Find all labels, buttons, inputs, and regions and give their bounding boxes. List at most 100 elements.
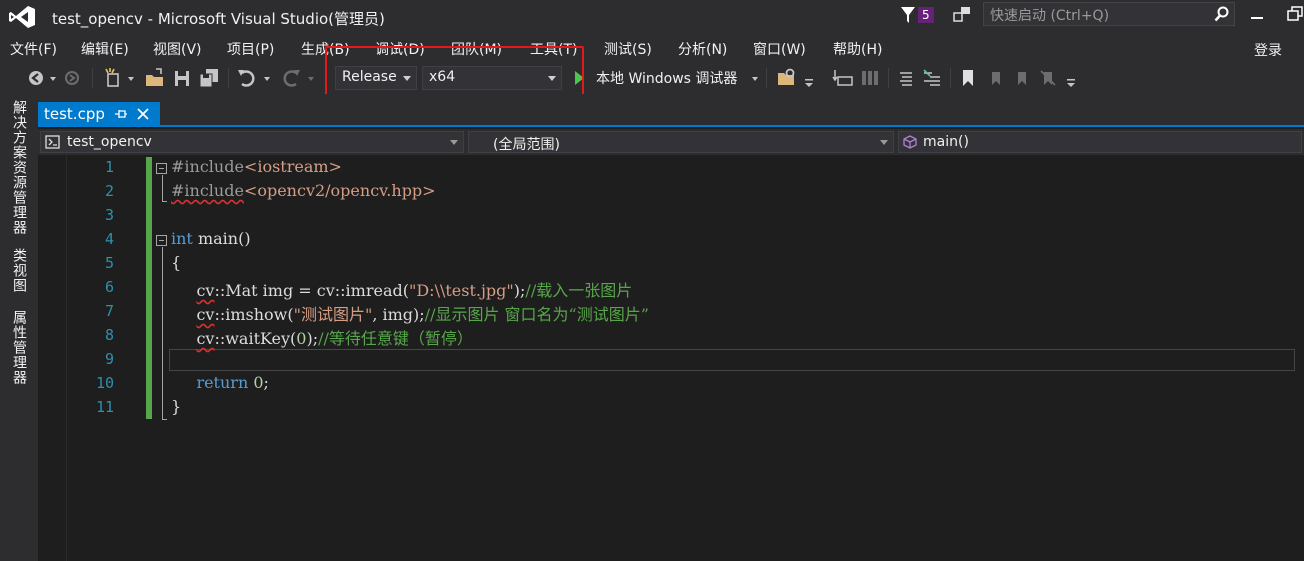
- line-number: 10: [95, 374, 114, 392]
- menu-help[interactable]: 帮助(H): [833, 39, 882, 59]
- side-panel-tabs: 解决方案资源管理器 类视图 属性管理器: [0, 94, 38, 561]
- code-line-5: {: [171, 253, 182, 272]
- highlight-annotation-box: [325, 46, 584, 97]
- solution-explorer-tab[interactable]: 解决方案资源管理器: [9, 100, 29, 235]
- keyword: return: [196, 373, 249, 392]
- uncomment-icon[interactable]: [922, 67, 942, 89]
- menu-test[interactable]: 测试(S): [604, 39, 652, 59]
- notification-flag-icon: [901, 7, 915, 23]
- quick-launch-input[interactable]: 快速启动 (Ctrl+Q): [983, 2, 1235, 26]
- pin-icon[interactable]: [114, 108, 128, 120]
- save-icon[interactable]: [172, 67, 192, 89]
- document-tab-strip: test.cpp: [38, 94, 1304, 127]
- code-line-11: }: [171, 397, 182, 416]
- minimize-button[interactable]: [1245, 2, 1269, 26]
- fold-guide-line: [162, 175, 163, 201]
- project-icon: [45, 135, 60, 149]
- toolbar-separator: [888, 68, 889, 88]
- navigate-back-icon[interactable]: [26, 67, 46, 89]
- fold-guide-line: [162, 247, 163, 419]
- restore-button[interactable]: [1283, 2, 1304, 26]
- fold-guide-end: [162, 201, 167, 202]
- menu-edit[interactable]: 编辑(E): [81, 39, 129, 59]
- redo-dropdown-chevron-icon[interactable]: [306, 67, 316, 89]
- editor-margin: [66, 155, 67, 561]
- code-line-8: cv::waitKey(0);//等待任意键（暂停）: [196, 329, 473, 348]
- sign-in-link[interactable]: 登录: [1254, 40, 1282, 60]
- tab-test-cpp[interactable]: test.cpp: [38, 102, 160, 126]
- toolbar-overflow-chevron-icon[interactable]: [1064, 67, 1078, 89]
- undo-dropdown-chevron-icon[interactable]: [262, 67, 272, 89]
- line-number: 3: [104, 206, 114, 224]
- new-dropdown-chevron-icon[interactable]: [126, 67, 136, 89]
- toolbar-separator: [766, 68, 767, 88]
- line-number: 9: [104, 350, 114, 368]
- class-view-tab[interactable]: 类视图: [9, 248, 29, 293]
- menu-project[interactable]: 项目(P): [227, 39, 274, 59]
- toolbar-separator: [950, 68, 951, 88]
- line-number: 7: [104, 302, 114, 320]
- find-in-files-icon[interactable]: [776, 67, 798, 89]
- navigate-forward-icon[interactable]: [62, 67, 82, 89]
- title-bar: test_opencv - Microsoft Visual Studio(管理…: [0, 0, 1304, 34]
- project-dropdown[interactable]: test_opencv: [40, 131, 464, 153]
- bookmark-icon[interactable]: [958, 67, 978, 89]
- new-project-icon[interactable]: [102, 67, 124, 89]
- preprocessor-directive: #include: [171, 181, 244, 200]
- line-number: 5: [104, 254, 114, 272]
- toolbar-overflow-chevron-icon[interactable]: [802, 67, 816, 89]
- fold-guide-end: [162, 419, 167, 420]
- line-number: 6: [104, 278, 114, 296]
- menu-bar: 文件(F) 编辑(E) 视图(V) 项目(P) 生成(B) 调试(D) 团队(M…: [0, 34, 1304, 62]
- project-name: test_opencv: [67, 134, 152, 150]
- menu-window[interactable]: 窗口(W): [753, 39, 806, 59]
- open-file-icon[interactable]: [144, 67, 166, 89]
- member-value: main(): [923, 134, 969, 150]
- start-debugger-button[interactable]: 本地 Windows 调试器: [596, 68, 737, 90]
- menu-file[interactable]: 文件(F): [10, 39, 57, 59]
- comment-out-icon[interactable]: [896, 67, 916, 89]
- code-comment: //显示图片 窗口名为“测试图片”: [424, 305, 649, 324]
- code-comment: //等待任意键（暂停）: [318, 329, 473, 348]
- debugger-dropdown-chevron-icon[interactable]: [750, 67, 760, 89]
- save-all-icon[interactable]: [198, 67, 220, 89]
- line-number: 2: [104, 182, 114, 200]
- namespace-token: cv: [196, 281, 215, 300]
- string-literal: "D:\\test.jpg": [408, 281, 514, 300]
- clear-bookmarks-icon[interactable]: [1038, 67, 1058, 89]
- code-line-4: int main(): [171, 229, 251, 248]
- previous-bookmark-icon[interactable]: [986, 67, 1006, 89]
- step-over-icon[interactable]: [858, 67, 880, 89]
- navigation-bar: test_opencv (全局范围) main(): [38, 129, 1304, 155]
- method-cube-icon: [903, 135, 917, 149]
- toolbar-separator: [228, 68, 229, 88]
- notification-count-badge: 5: [918, 7, 934, 23]
- redo-icon[interactable]: [280, 67, 302, 89]
- collapse-region-icon[interactable]: [156, 163, 167, 174]
- close-icon[interactable]: [136, 107, 150, 121]
- keyword: int: [171, 229, 193, 248]
- feedback-icon[interactable]: [952, 5, 972, 25]
- code-comment: //载入一张图片: [525, 281, 633, 300]
- step-into-icon[interactable]: [832, 67, 854, 89]
- code-editor[interactable]: 1 2 3 4 5 6 7 8 9 10 11 #include<iostrea…: [38, 155, 1304, 561]
- standard-toolbar: Release x64 本地 Windows 调试器: [0, 62, 1304, 94]
- tab-label: test.cpp: [44, 105, 105, 123]
- number-literal: 0: [296, 329, 307, 348]
- member-dropdown[interactable]: main(): [898, 131, 1302, 153]
- notifications[interactable]: 5: [900, 4, 934, 26]
- window-title: test_opencv - Microsoft Visual Studio(管理…: [52, 10, 385, 28]
- include-path: <opencv2/opencv.hpp>: [243, 181, 436, 200]
- collapse-region-icon[interactable]: [156, 235, 167, 246]
- line-number: 4: [104, 230, 114, 248]
- menu-analyze[interactable]: 分析(N): [678, 39, 727, 59]
- next-bookmark-icon[interactable]: [1012, 67, 1032, 89]
- search-icon: [1214, 6, 1229, 22]
- undo-icon[interactable]: [236, 67, 258, 89]
- property-manager-tab[interactable]: 属性管理器: [9, 310, 29, 385]
- code-line-10: return 0;: [196, 373, 269, 392]
- menu-view[interactable]: 视图(V): [153, 39, 202, 59]
- include-path: <iostream>: [243, 157, 342, 176]
- scope-dropdown[interactable]: (全局范围): [468, 131, 894, 153]
- back-dropdown-chevron-icon[interactable]: [48, 67, 58, 89]
